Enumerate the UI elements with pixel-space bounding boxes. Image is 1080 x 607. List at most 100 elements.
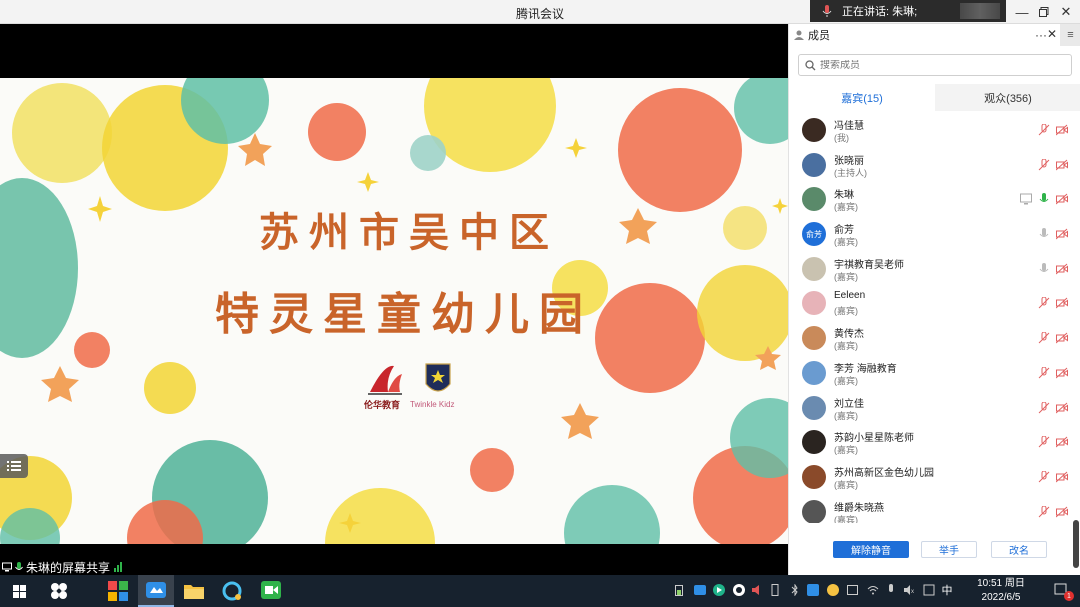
member-search[interactable] bbox=[798, 54, 1072, 76]
members-panel: 成员 ··· ✕ ≡ 嘉宾(15) 观众(356) 冯佳慧(我)张晓丽(主持人)… bbox=[788, 24, 1080, 575]
green-arrow-tray-icon[interactable] bbox=[712, 583, 726, 597]
network-tray-icon[interactable] bbox=[922, 583, 936, 597]
microphone-tray-icon[interactable] bbox=[884, 583, 898, 597]
member-role: (嘉宾) bbox=[834, 514, 858, 523]
camera-off-icon[interactable] bbox=[1056, 506, 1068, 518]
camera-off-icon[interactable] bbox=[1056, 471, 1068, 483]
mic-muted-icon[interactable] bbox=[1038, 124, 1050, 136]
member-name: 俞芳 bbox=[834, 225, 854, 237]
ime-indicator[interactable]: 中 bbox=[940, 583, 954, 597]
camera-off-icon[interactable] bbox=[1056, 332, 1068, 344]
camera-off-icon[interactable] bbox=[1056, 228, 1068, 240]
mic-icon[interactable] bbox=[1038, 262, 1050, 275]
mic-muted-icon[interactable] bbox=[1038, 401, 1050, 414]
member-name: 朱琳 bbox=[834, 190, 854, 202]
member-row[interactable]: Eeleen (嘉宾) bbox=[789, 286, 1080, 321]
taskbar-meeting-app[interactable] bbox=[254, 575, 290, 607]
list-icon bbox=[7, 461, 21, 471]
screen-share-owner: 朱琳的屏幕共享 bbox=[26, 560, 111, 575]
close-panel-icon[interactable]: ✕ bbox=[1047, 27, 1057, 41]
screen: 腾讯会议 正在讲话: 朱琳; — ✕ 苏州市吴中区 特灵星童幼儿园 伦华教育 T… bbox=[0, 0, 1080, 607]
member-list: 冯佳慧 (我) 张晓丽 (主持人) 朱琳 (嘉宾) 俞芳 俞芳 (嘉宾) 宇祺教育吴老师 (嘉宾) E… bbox=[789, 113, 1080, 523]
mic-muted-icon[interactable] bbox=[1038, 158, 1050, 171]
tab-audience[interactable]: 观众(356) bbox=[935, 84, 1080, 111]
avatar bbox=[802, 326, 826, 351]
sail-logo-icon bbox=[368, 365, 402, 395]
camera-off-icon[interactable] bbox=[1056, 402, 1068, 414]
wifi-tray-icon[interactable] bbox=[866, 583, 880, 597]
logo-left-text: 伦华教育 bbox=[364, 400, 401, 410]
member-row[interactable]: 宇祺教育吴老师 (嘉宾) bbox=[789, 252, 1080, 287]
start-button[interactable] bbox=[8, 575, 30, 607]
mic-muted-icon[interactable] bbox=[1038, 297, 1050, 309]
camera-off-icon[interactable] bbox=[1056, 159, 1068, 171]
member-row[interactable]: 张晓丽 (主持人) bbox=[789, 148, 1080, 183]
mic-muted-icon[interactable] bbox=[1038, 505, 1050, 518]
speaking-indicator: 正在讲话: 朱琳; bbox=[810, 0, 1006, 22]
search-input[interactable] bbox=[820, 59, 1040, 71]
rename-button[interactable]: 改名 bbox=[991, 541, 1047, 558]
taskbar-browser[interactable] bbox=[214, 575, 250, 607]
avatar bbox=[802, 464, 826, 489]
twinkle-kidz-logo: Twinkle Kidz bbox=[410, 362, 466, 410]
camera-off-icon[interactable] bbox=[1056, 367, 1068, 379]
shield-logo-icon bbox=[425, 363, 451, 392]
camera-off-icon[interactable] bbox=[1056, 124, 1068, 136]
member-row[interactable]: 李芳 海融教育 (嘉宾) bbox=[789, 356, 1080, 391]
blue-app-tray-icon[interactable] bbox=[806, 583, 820, 597]
clock-date: 2022/6/5 bbox=[981, 592, 1021, 603]
yellow-app-tray-icon[interactable] bbox=[826, 583, 840, 597]
mic-icon[interactable] bbox=[1038, 228, 1050, 240]
member-role: (我) bbox=[834, 133, 849, 143]
tab-guests[interactable]: 嘉宾(15) bbox=[789, 84, 935, 111]
blob-orange bbox=[470, 448, 514, 492]
slide-title-line2: 特灵星童幼儿园 bbox=[215, 289, 593, 340]
mic-on-icon[interactable] bbox=[1038, 193, 1050, 205]
member-row[interactable]: 维爵朱晓燕 (嘉宾) bbox=[789, 495, 1080, 523]
camera-off-icon[interactable] bbox=[1056, 263, 1068, 275]
member-row[interactable]: 冯佳慧 (我) bbox=[789, 113, 1080, 148]
speaker-muted-tray-icon[interactable] bbox=[750, 583, 764, 597]
avatar bbox=[802, 152, 826, 177]
power-tray-icon[interactable] bbox=[846, 583, 860, 597]
bluetooth-tray-icon[interactable] bbox=[788, 583, 802, 597]
volume-tray-icon[interactable]: x bbox=[902, 583, 916, 597]
camera-off-icon[interactable] bbox=[1056, 193, 1068, 205]
member-row[interactable]: 朱琳 (嘉宾) bbox=[789, 182, 1080, 217]
mic-muted-icon[interactable] bbox=[1038, 470, 1050, 483]
colorful-app-icon bbox=[108, 581, 128, 601]
camera-off-icon[interactable] bbox=[1056, 436, 1068, 448]
battery-tray-icon[interactable] bbox=[672, 583, 686, 597]
mic-muted-icon[interactable] bbox=[1038, 436, 1050, 448]
svg-text:x: x bbox=[911, 589, 914, 595]
usb-tray-icon[interactable] bbox=[768, 583, 782, 597]
raise-hand-button[interactable]: 举手 bbox=[921, 541, 977, 558]
mic-muted-icon[interactable] bbox=[1038, 366, 1050, 379]
avatar bbox=[802, 395, 826, 420]
blob-orange bbox=[308, 103, 366, 161]
close-window-button[interactable]: ✕ bbox=[1052, 0, 1080, 24]
taskbar-tencent-meeting[interactable] bbox=[138, 575, 174, 607]
system-clock[interactable]: 10:51 周日 2022/6/5 bbox=[972, 577, 1030, 605]
side-menu-button[interactable]: ≡ bbox=[1060, 24, 1080, 46]
meeting-tray-icon[interactable] bbox=[693, 583, 707, 597]
mic-muted-icon[interactable] bbox=[1038, 332, 1050, 344]
member-row[interactable]: 刘立佳 (嘉宾) bbox=[789, 391, 1080, 426]
member-row[interactable]: 苏州高新区金色幼儿园 (嘉宾) bbox=[789, 460, 1080, 495]
camera-off-icon[interactable] bbox=[1056, 297, 1068, 309]
shared-screen-area: 苏州市吴中区 特灵星童幼儿园 伦华教育 Twinkle Kidz bbox=[0, 24, 788, 562]
more-options-icon[interactable]: ··· bbox=[1035, 28, 1047, 42]
pinwheel-app-button[interactable] bbox=[44, 575, 74, 607]
taskbar-app-tiles[interactable] bbox=[100, 575, 136, 607]
member-row[interactable]: 俞芳 俞芳 (嘉宾) bbox=[789, 217, 1080, 252]
member-role: (嘉宾) bbox=[834, 479, 858, 490]
unmute-all-button[interactable]: 解除静音 bbox=[833, 541, 909, 558]
blob-teal bbox=[410, 135, 446, 171]
member-row[interactable]: 苏韵小星星陈老师 (嘉宾) bbox=[789, 425, 1080, 460]
member-row[interactable]: 黄传杰 (嘉宾) bbox=[789, 321, 1080, 356]
wechat-tray-icon[interactable] bbox=[732, 583, 746, 597]
members-panel-title: 成员 bbox=[808, 30, 830, 42]
member-role: (嘉宾) bbox=[834, 237, 858, 248]
taskbar-file-explorer[interactable] bbox=[176, 575, 212, 607]
toolbar-list-button[interactable] bbox=[0, 454, 28, 478]
